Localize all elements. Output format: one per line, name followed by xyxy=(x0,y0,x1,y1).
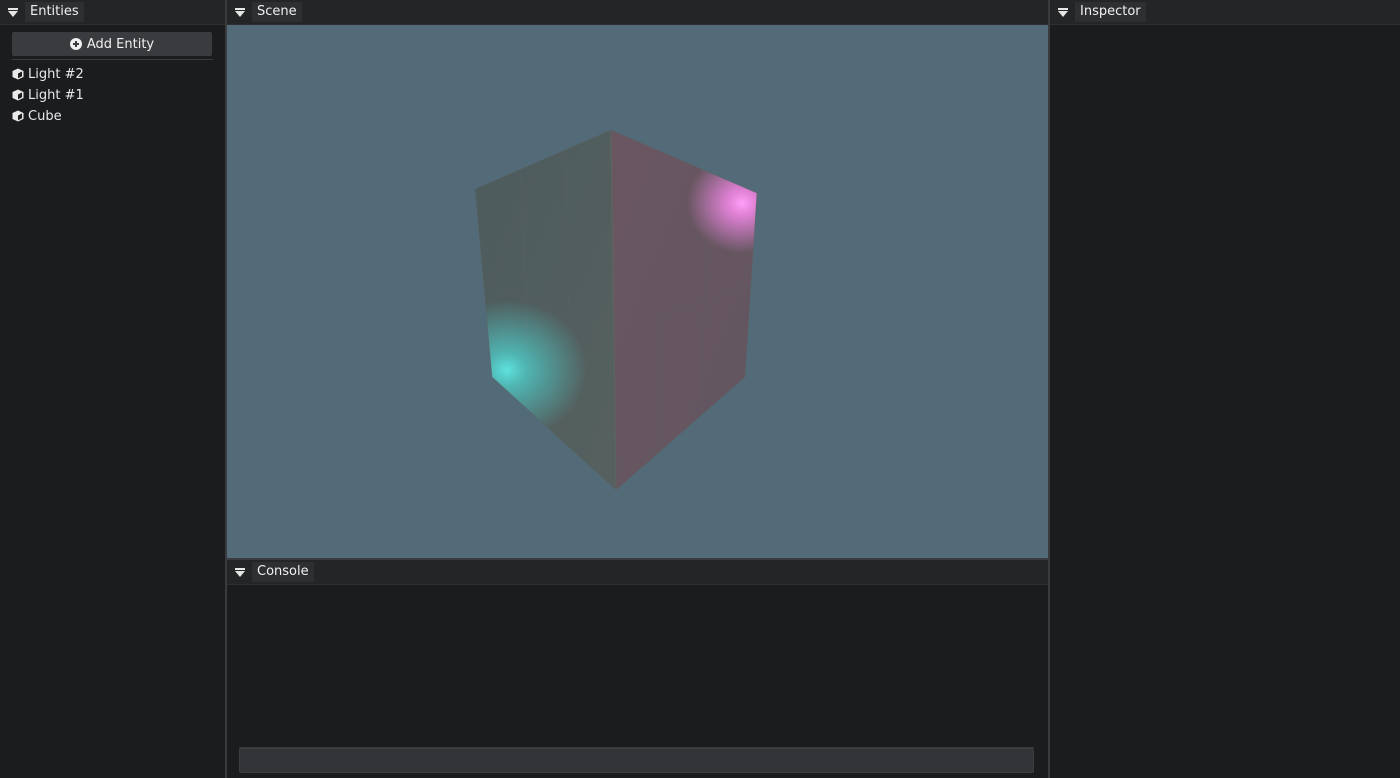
scene-panel: Scene xyxy=(227,0,1048,558)
entity-item-cube[interactable]: Cube xyxy=(12,106,62,126)
scene-panel-tab[interactable]: Scene xyxy=(252,2,302,22)
inspector-panel-header: Inspector xyxy=(1050,0,1400,25)
entities-panel: Entities Add Entity Light #2 Light #1 Cu… xyxy=(0,0,225,778)
add-entity-label: Add Entity xyxy=(86,36,155,52)
entity-item-light-1[interactable]: Light #1 xyxy=(12,85,84,105)
entity-item-label: Light #1 xyxy=(28,87,84,103)
cube-icon xyxy=(12,110,24,122)
entities-panel-header: Entities xyxy=(0,0,225,25)
cyan-light-glow xyxy=(475,275,616,475)
collapse-triangle-icon[interactable] xyxy=(233,565,247,579)
collapse-triangle-icon[interactable] xyxy=(1056,5,1070,19)
cube-icon xyxy=(12,68,24,80)
console-input[interactable] xyxy=(239,748,1034,773)
collapse-triangle-icon[interactable] xyxy=(6,5,20,19)
inspector-panel: Inspector xyxy=(1050,0,1400,778)
pink-light-glow xyxy=(667,135,757,275)
inspector-panel-tab[interactable]: Inspector xyxy=(1075,2,1146,22)
console-panel-tab[interactable]: Console xyxy=(252,562,314,582)
separator xyxy=(12,59,213,60)
console-panel-header: Console xyxy=(227,560,1048,585)
entity-item-light-2[interactable]: Light #2 xyxy=(12,64,84,84)
add-entity-button[interactable]: Add Entity xyxy=(12,32,212,56)
entity-item-label: Cube xyxy=(28,108,62,124)
entities-panel-tab[interactable]: Entities xyxy=(25,2,84,22)
entity-item-label: Light #2 xyxy=(28,66,84,82)
scene-panel-header: Scene xyxy=(227,0,1048,25)
plus-circle-icon xyxy=(69,38,82,50)
cube-render xyxy=(474,129,758,491)
collapse-triangle-icon[interactable] xyxy=(233,5,247,19)
console-panel: Console xyxy=(227,560,1048,778)
scene-viewport[interactable] xyxy=(227,25,1048,558)
cube-icon xyxy=(12,89,24,101)
